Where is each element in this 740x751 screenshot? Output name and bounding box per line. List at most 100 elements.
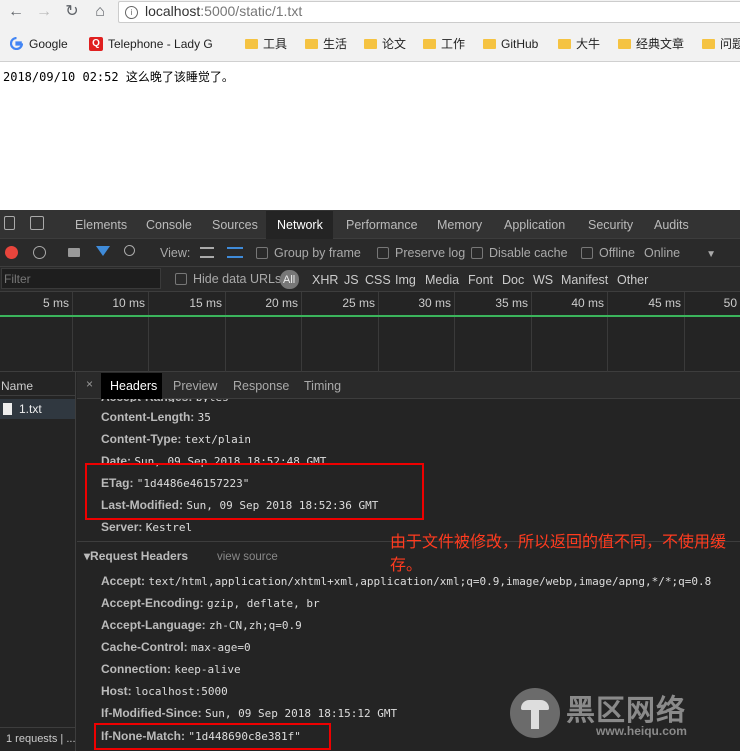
type-img[interactable]: Img [395, 272, 416, 288]
forward-icon[interactable]: → [34, 2, 54, 22]
header-name: If-Modified-Since: [101, 706, 202, 720]
folder-icon [483, 38, 496, 49]
tab-timing[interactable]: Timing [304, 378, 341, 394]
annotation-text: 由于文件被修改，所以返回的值不同，不使用缓存。 [390, 532, 727, 574]
tab-headers[interactable]: Headers [110, 378, 157, 394]
type-other[interactable]: Other [617, 272, 648, 288]
highlight-box [94, 723, 331, 750]
page-text: 2018/09/10 02:52 这么晚了该睡觉了。 [3, 70, 234, 84]
bookmark-folder[interactable]: 论文 [364, 36, 406, 52]
request-list [0, 372, 76, 751]
request-name: 1.txt [19, 402, 42, 416]
view-source-link[interactable]: view source [217, 551, 278, 563]
tick-label: 40 ms [571, 296, 604, 310]
bookmark-telephone[interactable]: Q Telephone - Lady G [89, 36, 213, 52]
reload-icon[interactable]: ↻ [62, 2, 82, 22]
tab-audits[interactable]: Audits [654, 217, 689, 233]
folder-icon [558, 38, 571, 49]
bookmark-folder[interactable]: 问题 [702, 36, 740, 52]
tab-preview[interactable]: Preview [173, 378, 217, 394]
header-row: Cache-Control: max-age=0 [101, 639, 251, 656]
tick-label: 15 ms [189, 296, 222, 310]
checkbox-label: Hide data URLs [193, 272, 282, 286]
checkbox-icon [256, 246, 268, 259]
chevron-down-icon: ▼ [706, 249, 717, 260]
disable-cache-checkbox[interactable]: Disable cache [471, 245, 568, 261]
info-icon[interactable]: i [125, 6, 138, 19]
header-value: text/plain [184, 433, 252, 446]
checkbox-icon [175, 272, 187, 285]
type-media[interactable]: Media [425, 272, 459, 288]
bookmark-folder[interactable]: GitHub [483, 36, 538, 52]
type-css[interactable]: CSS [365, 272, 391, 288]
checkbox-label: Group by frame [274, 246, 361, 260]
header-value: Sun, 09 Sep 2018 18:15:12 GMT [205, 707, 398, 720]
group-by-frame-checkbox[interactable]: Group by frame [256, 245, 361, 261]
close-icon[interactable]: × [86, 377, 93, 391]
type-xhr[interactable]: XHR [312, 272, 338, 288]
type-ws[interactable]: WS [533, 272, 553, 288]
tab-application[interactable]: Application [504, 217, 565, 233]
bookmark-google[interactable]: Google [9, 36, 68, 52]
bookmark-folder[interactable]: 工作 [423, 36, 465, 52]
tick-label: 30 ms [418, 296, 451, 310]
waterfall-icon[interactable] [227, 247, 243, 258]
back-icon[interactable]: ← [6, 2, 26, 22]
type-js[interactable]: JS [344, 272, 359, 288]
status-text: 1 requests | ... [6, 733, 76, 745]
type-font[interactable]: Font [468, 272, 493, 288]
hide-data-urls-checkbox[interactable]: Hide data URLs [175, 271, 281, 287]
offline-checkbox[interactable]: Offline [581, 245, 635, 261]
bookmark-label: 经典文章 [636, 37, 685, 51]
tab-memory[interactable]: Memory [437, 217, 482, 233]
preserve-log-checkbox[interactable]: Preserve log [377, 245, 465, 261]
folder-icon [245, 38, 258, 49]
tab-sources[interactable]: Sources [212, 217, 258, 233]
url-host: localhost [145, 3, 201, 19]
header-row: Host: localhost:5000 [101, 683, 228, 700]
bookmark-folder[interactable]: 工具 [245, 36, 287, 52]
checkbox-label: Disable cache [489, 246, 568, 260]
device-toolbar-icon[interactable] [30, 216, 44, 230]
bookmark-label: 论文 [382, 37, 407, 51]
large-rows-icon[interactable] [200, 247, 214, 258]
tab-network[interactable]: Network [277, 217, 323, 233]
tab-elements[interactable]: Elements [75, 217, 127, 233]
header-value: localhost:5000 [135, 685, 228, 698]
home-icon[interactable]: ⌂ [90, 2, 110, 22]
type-manifest[interactable]: Manifest [561, 272, 608, 288]
grid-line [607, 292, 608, 372]
throttling-select[interactable]: Online ▼ [644, 245, 716, 263]
filter-icon[interactable] [96, 246, 110, 256]
bookmark-folder[interactable]: 经典文章 [618, 36, 684, 52]
tick-label: 45 ms [648, 296, 681, 310]
bookmark-label: 生活 [323, 37, 348, 51]
header-row: Accept-Encoding: gzip, deflate, br [101, 595, 320, 612]
tick-label: 20 ms [265, 296, 298, 310]
folder-icon [305, 38, 318, 49]
type-doc[interactable]: Doc [502, 272, 524, 288]
header-row: If-Modified-Since: Sun, 09 Sep 2018 18:1… [101, 705, 397, 722]
folder-icon [618, 38, 631, 49]
header-name: Cache-Control: [101, 640, 188, 654]
tab-console[interactable]: Console [146, 217, 192, 233]
checkbox-icon [377, 246, 389, 259]
type-all[interactable]: All [283, 272, 295, 288]
tab-security[interactable]: Security [588, 217, 633, 233]
tab-performance[interactable]: Performance [346, 217, 418, 233]
grid-line [72, 292, 73, 372]
inspect-icon[interactable] [4, 216, 15, 230]
tick-label: 25 ms [342, 296, 375, 310]
tab-response[interactable]: Response [233, 378, 289, 394]
header-row: Server: Kestrel [101, 519, 192, 536]
screenshot-icon[interactable] [68, 248, 80, 257]
bookmark-folder[interactable]: 生活 [305, 36, 347, 52]
bookmark-folder[interactable]: 大牛 [558, 36, 600, 52]
search-icon[interactable] [124, 245, 135, 256]
record-icon[interactable] [5, 246, 18, 259]
header-name: Connection: [101, 662, 171, 676]
clear-icon[interactable] [33, 246, 46, 259]
header-value: Kestrel [145, 521, 193, 534]
request-headers-title[interactable]: ▾Request Headers [84, 549, 188, 563]
checkbox-label: Preserve log [395, 246, 466, 260]
